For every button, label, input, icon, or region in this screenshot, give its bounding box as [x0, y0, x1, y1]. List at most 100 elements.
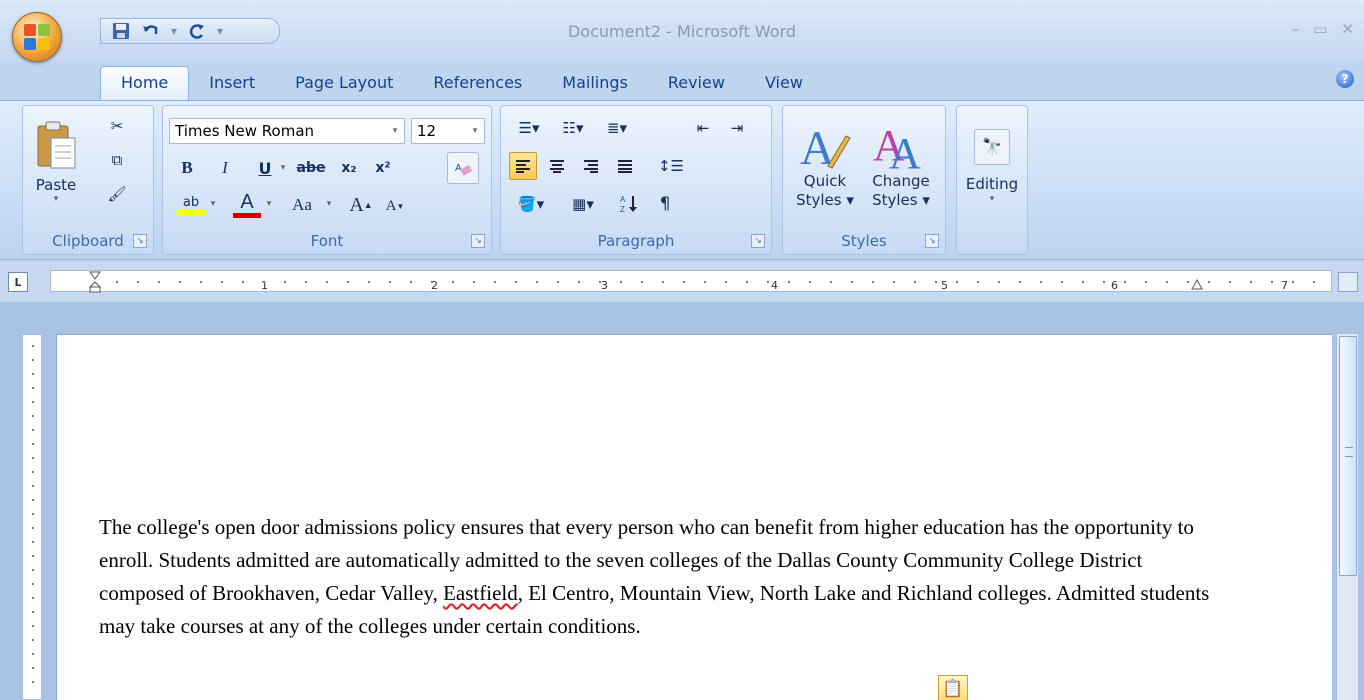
- subscript-button[interactable]: x₂: [335, 154, 363, 182]
- clipboard-launcher-icon[interactable]: ↘: [133, 234, 147, 248]
- bullets-icon[interactable]: ☰▾: [509, 114, 549, 142]
- change-case-dropdown-icon[interactable]: ▾: [323, 196, 335, 212]
- editing-button[interactable]: 🔭 Editing ▾: [961, 112, 1023, 220]
- sort-icon[interactable]: AZ: [615, 190, 643, 218]
- vertical-ruler-tick: [32, 611, 34, 613]
- view-ruler-icon[interactable]: [1338, 272, 1358, 292]
- highlight-dropdown-icon[interactable]: ▾: [207, 196, 219, 212]
- ruler-tick: [431, 281, 433, 283]
- scrollbar-thumb[interactable]: [1339, 336, 1357, 576]
- misspelled-word[interactable]: Eastfield: [443, 581, 518, 605]
- tab-view[interactable]: View: [745, 67, 823, 100]
- quick-styles-label-1: Quick: [803, 172, 847, 190]
- align-left-icon[interactable]: [509, 152, 537, 180]
- styles-launcher-icon[interactable]: ↘: [925, 234, 939, 248]
- minimize-button[interactable]: –: [1292, 20, 1300, 38]
- increase-indent-icon[interactable]: ⇥: [723, 114, 751, 142]
- tab-selector-button[interactable]: L: [8, 272, 28, 292]
- window-title: Document2 - Microsoft Word: [567, 22, 797, 41]
- restore-button[interactable]: ▭: [1313, 20, 1327, 38]
- underline-dropdown-icon[interactable]: ▾: [277, 160, 289, 176]
- vertical-scrollbar[interactable]: [1336, 334, 1358, 700]
- right-indent-marker-icon[interactable]: [1191, 278, 1203, 293]
- document-page[interactable]: The college's open door admissions polic…: [56, 334, 1332, 700]
- ruler-tick: [683, 281, 685, 283]
- svg-text:A: A: [455, 163, 462, 174]
- format-painter-icon[interactable]: 🖌: [103, 180, 131, 208]
- ruler-tick: [578, 281, 580, 283]
- shading-icon[interactable]: 🪣▾: [509, 190, 553, 218]
- font-name-combo[interactable]: Times New Roman ▾: [169, 118, 405, 144]
- underline-button[interactable]: U: [251, 154, 279, 182]
- close-button[interactable]: ✕: [1341, 20, 1354, 38]
- ruler-tick: [599, 281, 601, 283]
- font-launcher-icon[interactable]: ↘: [471, 234, 485, 248]
- align-right-icon[interactable]: [577, 152, 605, 180]
- indent-marker-icon[interactable]: [88, 271, 102, 293]
- vertical-ruler-tick: [32, 387, 34, 389]
- paste-label: Paste: [35, 176, 77, 194]
- bold-button[interactable]: B: [173, 154, 201, 182]
- strikethrough-button[interactable]: abe: [291, 154, 331, 182]
- tab-insert[interactable]: Insert: [189, 67, 275, 100]
- title-bar: ▾ ▾ Document2 - Microsoft Word – ▭ ✕: [0, 0, 1364, 62]
- borders-icon[interactable]: ▦▾: [561, 190, 605, 218]
- font-name-dropdown-icon[interactable]: ▾: [386, 119, 404, 143]
- tab-home[interactable]: Home: [100, 66, 190, 100]
- highlight-label: ab: [182, 195, 200, 210]
- font-group: Times New Roman ▾ 12 ▾ B I U ▾ abe x₂ x²…: [162, 105, 492, 255]
- ruler-tick: [326, 281, 328, 283]
- editing-dropdown-icon: ▾: [989, 193, 995, 204]
- tab-page-layout[interactable]: Page Layout: [275, 67, 413, 100]
- paste-options-icon[interactable]: 📋: [938, 675, 968, 700]
- quick-styles-button[interactable]: A Quick Styles ▾: [789, 112, 861, 216]
- paste-dropdown-icon[interactable]: ▾: [54, 194, 59, 204]
- decrease-indent-icon[interactable]: ⇤: [689, 114, 717, 142]
- vertical-ruler-tick: [32, 457, 34, 459]
- svg-text:Z: Z: [620, 205, 625, 214]
- superscript-button[interactable]: x²: [369, 154, 397, 182]
- multilevel-list-icon[interactable]: ≣▾: [597, 114, 637, 142]
- change-case-button[interactable]: Aa: [281, 190, 323, 220]
- font-size-combo[interactable]: 12 ▾: [411, 118, 485, 144]
- cut-icon[interactable]: ✂: [103, 112, 131, 140]
- vertical-ruler-tick: [32, 527, 34, 529]
- change-styles-button[interactable]: A A Change Styles ▾: [863, 112, 939, 216]
- font-color-dropdown-icon[interactable]: ▾: [263, 196, 275, 212]
- line-spacing-icon[interactable]: ↕☰: [651, 152, 691, 180]
- show-hide-icon[interactable]: ¶: [651, 190, 679, 218]
- ruler-tick: [704, 281, 706, 283]
- font-color-button[interactable]: A: [229, 188, 265, 220]
- styles-group-label: Styles: [841, 232, 887, 250]
- document-area: The college's open door admissions polic…: [0, 302, 1364, 700]
- svg-text:A: A: [889, 129, 921, 172]
- change-styles-label-2: Styles ▾: [872, 191, 930, 209]
- copy-icon[interactable]: ⧉: [103, 146, 131, 174]
- vertical-ruler-tick: [32, 653, 34, 655]
- ruler-tick: [746, 281, 748, 283]
- document-paragraph[interactable]: The college's open door admissions polic…: [99, 511, 1219, 643]
- paragraph-launcher-icon[interactable]: ↘: [751, 234, 765, 248]
- ruler-tick: [1271, 281, 1273, 283]
- highlight-button[interactable]: ab: [173, 190, 209, 220]
- office-button[interactable]: [12, 12, 62, 62]
- tab-review[interactable]: Review: [648, 67, 745, 100]
- grow-font-label: A: [349, 193, 364, 216]
- tab-references[interactable]: References: [413, 67, 542, 100]
- font-size-dropdown-icon[interactable]: ▾: [466, 119, 484, 143]
- align-center-icon[interactable]: [543, 152, 571, 180]
- italic-button[interactable]: I: [211, 154, 239, 182]
- ruler-tick: [620, 281, 622, 283]
- horizontal-ruler[interactable]: 1234567: [50, 270, 1332, 293]
- numbering-icon[interactable]: ☷▾: [553, 114, 593, 142]
- justify-icon[interactable]: [611, 152, 639, 180]
- shrink-font-button[interactable]: A ▼: [381, 192, 409, 220]
- tab-mailings[interactable]: Mailings: [542, 67, 648, 100]
- clear-formatting-icon[interactable]: A: [447, 152, 479, 184]
- help-icon[interactable]: ?: [1336, 70, 1354, 88]
- ruler-tick: [788, 281, 790, 283]
- vertical-ruler-tick: [32, 471, 34, 473]
- paste-button[interactable]: Paste ▾: [31, 116, 81, 208]
- ruler-tick: [1313, 281, 1315, 283]
- grow-font-button[interactable]: A ▲: [345, 190, 377, 220]
